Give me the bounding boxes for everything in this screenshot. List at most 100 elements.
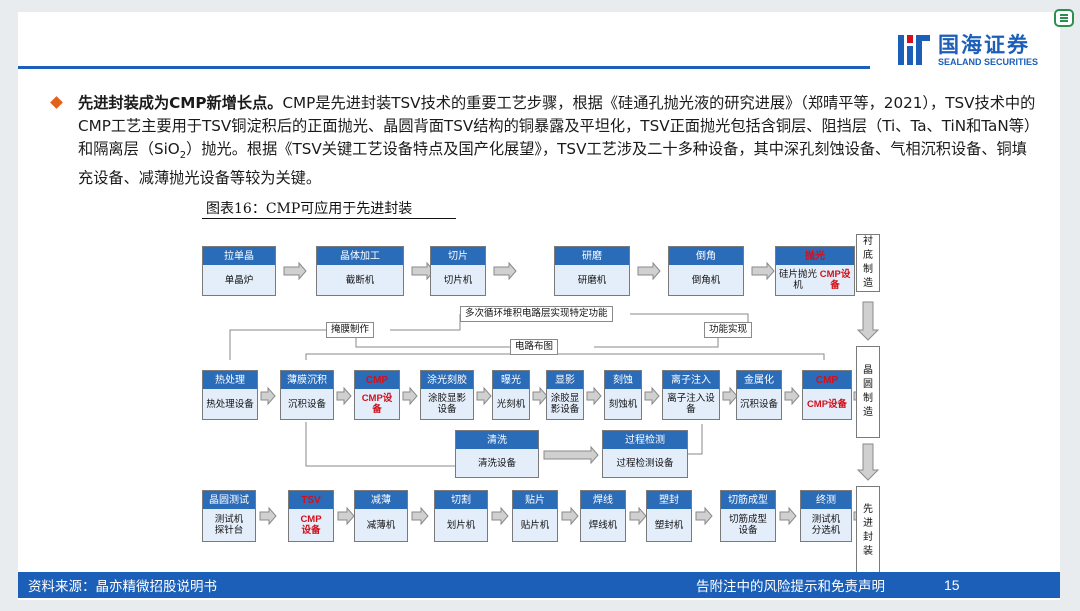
process-step-name: CMP (355, 371, 399, 389)
process-equipment: 离子注入设备 (663, 389, 719, 419)
process-step-name: 刻蚀 (605, 371, 641, 389)
page-number: 15 (944, 577, 960, 593)
flow-arrow (259, 506, 277, 526)
process-box: 抛光 硅片抛光机 CMP设备 (775, 246, 855, 296)
equipment-label: 离子注入设备 (667, 393, 715, 415)
stage-label: 衬 底 制 造 (856, 234, 880, 292)
stage-label-text: 先 进 封 装 (863, 504, 873, 557)
process-step-name: 终测 (801, 491, 851, 509)
process-equipment: CMP设备 (355, 389, 399, 419)
process-step-name: 切片 (431, 247, 485, 265)
process-box: 曝光 光刻机 (492, 370, 530, 420)
process-equipment: 倒角机 (669, 265, 743, 295)
process-step-name: 拉单晶 (203, 247, 275, 265)
flow-arrow (543, 445, 599, 465)
equipment-label: 切片机 (443, 274, 473, 286)
process-box: 拉单晶 单晶炉 (202, 246, 276, 296)
flow-arrow (476, 386, 492, 406)
footer-disclaimer: 告附注中的风险提示和免责声明 (696, 579, 885, 595)
process-equipment: 涂胶显 影设备 (547, 389, 583, 419)
process-box: 终测 测试机 分选机 (800, 490, 852, 542)
equipment-label: 单晶炉 (224, 274, 254, 286)
process-equipment: 光刻机 (493, 389, 529, 419)
stage-label: 晶 圆 制 造 (856, 346, 880, 438)
process-note-func: 功能实现 (704, 322, 753, 338)
equipment-label: 沉积设备 (287, 398, 326, 410)
equipment-label: 过程检测设备 (616, 457, 674, 469)
equipment-label: CMP 设备 (300, 514, 322, 536)
process-equipment: 研磨机 (555, 265, 629, 295)
process-equipment: 划片机 (435, 509, 487, 541)
process-box: CMP CMP设备 (354, 370, 400, 420)
flow-arrow (402, 386, 418, 406)
equipment-highlight: CMP设备 (819, 269, 851, 291)
equipment-label: 沉积设备 (739, 398, 778, 410)
process-equipment: 清洗设备 (456, 449, 538, 477)
process-equipment: 塑封机 (647, 509, 691, 541)
process-box: 切筋成型 切筋成型 设备 (720, 490, 776, 542)
equipment-label: 刻蚀机 (608, 398, 638, 410)
stage-label: 先 进 封 装 (856, 486, 880, 576)
equipment-label: 涂胶显 影设备 (550, 393, 580, 415)
flow-arrow (751, 261, 775, 281)
flow-line (355, 338, 510, 348)
process-equipment: 减薄机 (355, 509, 407, 541)
process-equipment: 热处理设备 (203, 389, 257, 419)
process-step-name: 焊线 (581, 491, 625, 509)
process-step-name: 过程检测 (603, 431, 687, 449)
process-box: 离子注入离子注入设备 (662, 370, 720, 420)
process-step-name: 切筋成型 (721, 491, 775, 509)
menu-icon[interactable] (1054, 9, 1074, 27)
process-equipment: 沉积设备 (737, 389, 781, 419)
flow-arrow (493, 261, 517, 281)
flow-arrow (260, 386, 276, 406)
flow-arrow (695, 506, 713, 526)
equipment-label: 减薄机 (366, 519, 396, 531)
process-equipment: 硅片抛光机 CMP设备 (776, 265, 854, 295)
process-equipment: CMP 设备 (289, 509, 333, 541)
flow-arrow (336, 386, 352, 406)
process-step-name: 显影 (547, 371, 583, 389)
equipment-label: 测试机 探针台 (214, 514, 244, 536)
process-box: 金属化 沉积设备 (736, 370, 782, 420)
process-box: 薄膜沉积 沉积设备 (280, 370, 334, 420)
flow-arrow (491, 506, 509, 526)
process-box: 倒角 倒角机 (668, 246, 744, 296)
process-equipment: 测试机 分选机 (801, 509, 851, 541)
process-equipment: 沉积设备 (281, 389, 333, 419)
process-box: 塑封 塑封机 (646, 490, 692, 542)
flow-arrow (561, 506, 579, 526)
stage-label-text: 晶 圆 制 造 (863, 365, 873, 418)
process-box: CMP CMP设备 (802, 370, 852, 420)
equipment-label: 清洗设备 (477, 457, 516, 469)
process-equipment: 过程检测设备 (603, 449, 687, 477)
equipment-label: 测试机 分选机 (811, 514, 841, 536)
process-step-name: 薄膜沉积 (281, 371, 333, 389)
process-equipment: 焊线机 (581, 509, 625, 541)
process-step-name: 晶圆测试 (203, 491, 255, 509)
flow-arrow-down (856, 443, 880, 481)
process-step-name: 离子注入 (663, 371, 719, 389)
process-equipment: CMP设备 (803, 389, 851, 419)
process-step-name: 减薄 (355, 491, 407, 509)
equipment-label: 涂胶显影 设备 (427, 393, 466, 415)
process-equipment: 测试机 探针台 (203, 509, 255, 541)
process-step-name: 研磨 (555, 247, 629, 265)
process-step-name: 塑封 (647, 491, 691, 509)
flow-line (229, 329, 326, 360)
flow-arrow (337, 506, 355, 526)
process-box: 晶圆测试测试机 探针台 (202, 490, 256, 542)
equipment-label: 贴片机 (520, 519, 550, 531)
process-step-name: 涂光刻胶 (421, 371, 473, 389)
process-box: 切割 划片机 (434, 490, 488, 542)
flow-arrow (779, 506, 797, 526)
process-box: 清洗 清洗设备 (455, 430, 539, 478)
process-box: 切片 切片机 (430, 246, 486, 296)
flow-arrow (722, 386, 738, 406)
equipment-label: CMP设备 (806, 398, 848, 410)
process-step-name: 贴片 (513, 491, 557, 509)
flow-line (688, 424, 703, 455)
equipment-label: 热处理设备 (206, 398, 254, 410)
footer-bar: 资料来源：晶亦精微招股说明书 告附注中的风险提示和免责声明 15 (18, 572, 1060, 598)
process-equipment: 单晶炉 (203, 265, 275, 295)
